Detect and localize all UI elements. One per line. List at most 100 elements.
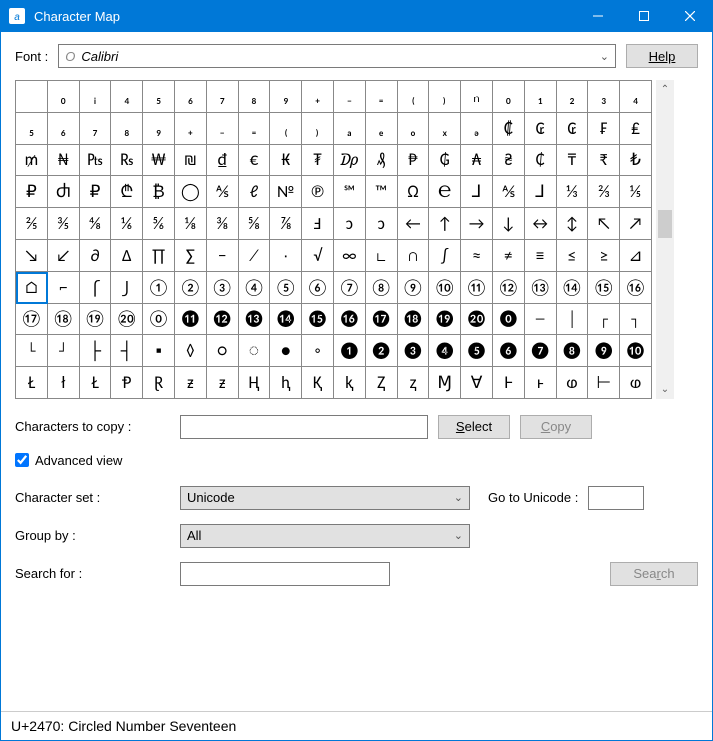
character-cell[interactable]: ₅: [16, 113, 48, 145]
character-cell[interactable]: ❹: [429, 335, 461, 367]
character-cell[interactable]: ₢: [557, 113, 589, 145]
character-cell[interactable]: ₓ: [429, 113, 461, 145]
character-cell[interactable]: ℗: [302, 176, 334, 208]
character-cell[interactable]: ❷: [366, 335, 398, 367]
character-cell[interactable]: ≈: [461, 240, 493, 272]
character-cell[interactable]: ●: [270, 335, 302, 367]
character-cell[interactable]: ∙: [270, 240, 302, 272]
character-cell[interactable]: ⌠: [80, 272, 112, 304]
character-cell[interactable]: ≠: [493, 240, 525, 272]
character-cell[interactable]: [16, 81, 48, 113]
character-cell[interactable]: ⑭: [557, 272, 589, 304]
character-cell[interactable]: ⓪: [143, 304, 175, 336]
character-cell[interactable]: ⱨ: [270, 367, 302, 399]
character-cell[interactable]: ₔ: [461, 113, 493, 145]
character-cell[interactable]: ₆: [48, 113, 80, 145]
character-cell[interactable]: ₤: [620, 113, 652, 145]
character-cell[interactable]: ⱬ: [398, 367, 430, 399]
character-cell[interactable]: ├: [80, 335, 112, 367]
character-cell[interactable]: ₥: [16, 145, 48, 177]
character-cell[interactable]: ƶ: [207, 367, 239, 399]
character-cell[interactable]: ⑥: [302, 272, 334, 304]
character-cell[interactable]: ℓ: [239, 176, 271, 208]
character-cell[interactable]: ⓴: [461, 304, 493, 336]
copy-button[interactable]: Copy: [520, 415, 592, 439]
character-cell[interactable]: Ɱ: [429, 367, 461, 399]
character-cell[interactable]: ∟: [366, 240, 398, 272]
character-cell[interactable]: Ɽ: [143, 367, 175, 399]
character-cell[interactable]: ⊢: [588, 367, 620, 399]
scrollbar-thumb[interactable]: [658, 210, 672, 238]
character-cell[interactable]: ₇: [207, 81, 239, 113]
character-cell[interactable]: ❺: [461, 335, 493, 367]
character-cell[interactable]: ₴: [493, 145, 525, 177]
character-cell[interactable]: ⅔: [588, 176, 620, 208]
character-cell[interactable]: Ⱬ: [366, 367, 398, 399]
character-cell[interactable]: ↘: [16, 240, 48, 272]
character-cell[interactable]: ⑳: [111, 304, 143, 336]
character-cell[interactable]: Ⱶ: [493, 367, 525, 399]
character-cell[interactable]: ₹: [588, 145, 620, 177]
character-cell[interactable]: ₉: [270, 81, 302, 113]
character-cell[interactable]: ⓱: [366, 304, 398, 336]
character-cell[interactable]: ₑ: [366, 113, 398, 145]
character-cell[interactable]: ⓲: [398, 304, 430, 336]
advanced-checkbox[interactable]: [15, 453, 29, 467]
character-cell[interactable]: ⱷ: [557, 367, 589, 399]
character-cell[interactable]: ②: [175, 272, 207, 304]
character-cell[interactable]: ≤: [557, 240, 589, 272]
character-cell[interactable]: ₭: [270, 145, 302, 177]
character-cell[interactable]: ₍: [270, 113, 302, 145]
character-cell[interactable]: ⓰: [334, 304, 366, 336]
maximize-button[interactable]: [621, 0, 667, 32]
character-cell[interactable]: ⅍: [493, 176, 525, 208]
character-cell[interactable]: ┤: [111, 335, 143, 367]
character-cell[interactable]: ₈: [111, 113, 143, 145]
character-cell[interactable]: ↙: [48, 240, 80, 272]
character-cell[interactable]: ⓬: [207, 304, 239, 336]
character-cell[interactable]: ⅙: [111, 208, 143, 240]
character-cell[interactable]: ↄ: [366, 208, 398, 240]
character-cell[interactable]: ⅕: [620, 176, 652, 208]
character-cell[interactable]: ₌: [366, 81, 398, 113]
character-cell[interactable]: ⅗: [48, 208, 80, 240]
character-cell[interactable]: ⑦: [334, 272, 366, 304]
character-cell[interactable]: ▪: [143, 335, 175, 367]
character-cell[interactable]: ○: [207, 335, 239, 367]
character-cell[interactable]: ₋: [334, 81, 366, 113]
character-cell[interactable]: ∑: [175, 240, 207, 272]
character-cell[interactable]: ₨: [111, 145, 143, 177]
character-cell[interactable]: ❿: [620, 335, 652, 367]
character-cell[interactable]: ⑰: [16, 304, 48, 336]
character-cell[interactable]: ⅃: [525, 176, 557, 208]
character-cell[interactable]: ⑧: [366, 272, 398, 304]
character-cell[interactable]: ≥: [588, 240, 620, 272]
character-cell[interactable]: ₂: [557, 81, 589, 113]
character-cell[interactable]: ∩: [398, 240, 430, 272]
character-cell[interactable]: └: [16, 335, 48, 367]
character-cell[interactable]: ❽: [557, 335, 589, 367]
character-cell[interactable]: Ⱨ: [239, 367, 271, 399]
character-cell[interactable]: ™: [366, 176, 398, 208]
character-grid[interactable]: ₀ᵢ₄₅₆₇₈₉₊₋₌₍₎ₙ₀₁₂₃₄₅₆₇₈₉₊₋₌₍₎ₐₑₒₓₔ₡₢₢₣₤₥…: [15, 80, 652, 399]
character-cell[interactable]: ⅛: [175, 208, 207, 240]
character-cell[interactable]: ∕: [239, 240, 271, 272]
character-cell[interactable]: ⅍: [207, 176, 239, 208]
character-cell[interactable]: ⑬: [525, 272, 557, 304]
character-cell[interactable]: ⓫: [175, 304, 207, 336]
character-cell[interactable]: ↓: [493, 208, 525, 240]
character-cell[interactable]: ↗: [620, 208, 652, 240]
scroll-up-button[interactable]: ⌃: [656, 80, 674, 98]
charset-select[interactable]: Unicode ⌄: [180, 486, 470, 510]
character-cell[interactable]: ₦: [48, 145, 80, 177]
character-cell[interactable]: ∫: [429, 240, 461, 272]
character-cell[interactable]: ₁: [525, 81, 557, 113]
character-cell[interactable]: │: [557, 304, 589, 336]
character-cell[interactable]: ↕: [557, 208, 589, 240]
character-cell[interactable]: ₫: [207, 145, 239, 177]
character-cell[interactable]: ↑: [429, 208, 461, 240]
character-cell[interactable]: ┐: [620, 304, 652, 336]
character-cell[interactable]: ❸: [398, 335, 430, 367]
character-cell[interactable]: ⅓: [557, 176, 589, 208]
character-cell[interactable]: ł: [48, 367, 80, 399]
